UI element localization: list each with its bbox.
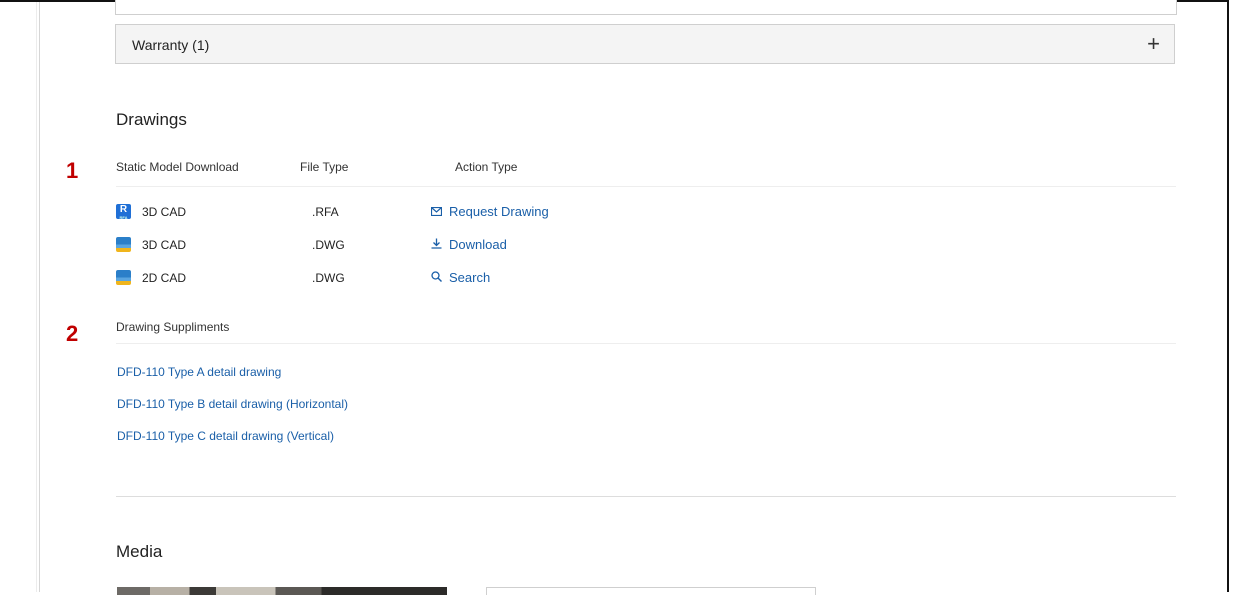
download-link[interactable]: Download [431,237,507,252]
page-border-right [1227,0,1229,592]
column-header-file-type: File Type [300,160,349,174]
drawing-name: 3D CAD [142,205,187,219]
supplements-divider [116,343,1176,344]
previous-accordion[interactable] [115,0,1177,15]
warranty-accordion-label: Warranty (1) [132,37,210,53]
media-title: Media [116,542,163,561]
request-drawing-link[interactable]: Request Drawing [430,204,549,219]
request-drawing-label: Request Drawing [449,204,549,219]
drawing-row-rfa: R RFA 3D CAD .RFA Request Drawing [116,202,816,224]
supplement-link-type-a[interactable]: DFD-110 Type A detail drawing [117,365,281,379]
drawing-name: 2D CAD [142,271,187,285]
warranty-accordion[interactable]: Warranty (1) + [115,24,1175,64]
annotation-marker-2: 2 [66,321,79,346]
expand-plus-icon[interactable]: + [1147,31,1160,57]
drawing-file-type: .RFA [312,205,339,219]
envelope-icon [430,206,445,219]
revit-file-icon: R RFA [116,204,131,220]
drawings-title: Drawings [116,110,187,129]
search-label: Search [449,270,491,285]
column-header-action: Action Type [455,160,518,174]
search-icon [431,271,445,285]
supplement-link-type-c[interactable]: DFD-110 Type C detail drawing (Vertical) [117,429,334,443]
table-divider [116,186,1176,187]
supplement-link-type-b[interactable]: DFD-110 Type B detail drawing (Horizonta… [117,397,348,411]
dwg-file-icon [116,270,131,285]
drawing-row-dwg-3d: 3D CAD .DWG Download [116,235,816,257]
page-border-left [39,0,40,592]
column-header-model: Static Model Download [116,160,239,174]
media-thumbnail-card[interactable] [486,587,816,595]
drawing-name: 3D CAD [142,238,187,252]
drawing-row-dwg-2d: 2D CAD .DWG Search [116,268,816,290]
dwg-file-icon [116,237,131,252]
supplements-heading: Drawing Suppliments [116,320,230,334]
media-thumbnail-image[interactable] [117,587,447,595]
annotation-marker-1: 1 [66,158,79,183]
search-link[interactable]: Search [431,270,490,285]
page-gutter-line [36,0,37,592]
download-label: Download [449,237,507,252]
drawing-file-type: .DWG [312,271,345,285]
download-icon [431,238,445,252]
section-divider [116,496,1176,497]
drawing-file-type: .DWG [312,238,345,252]
